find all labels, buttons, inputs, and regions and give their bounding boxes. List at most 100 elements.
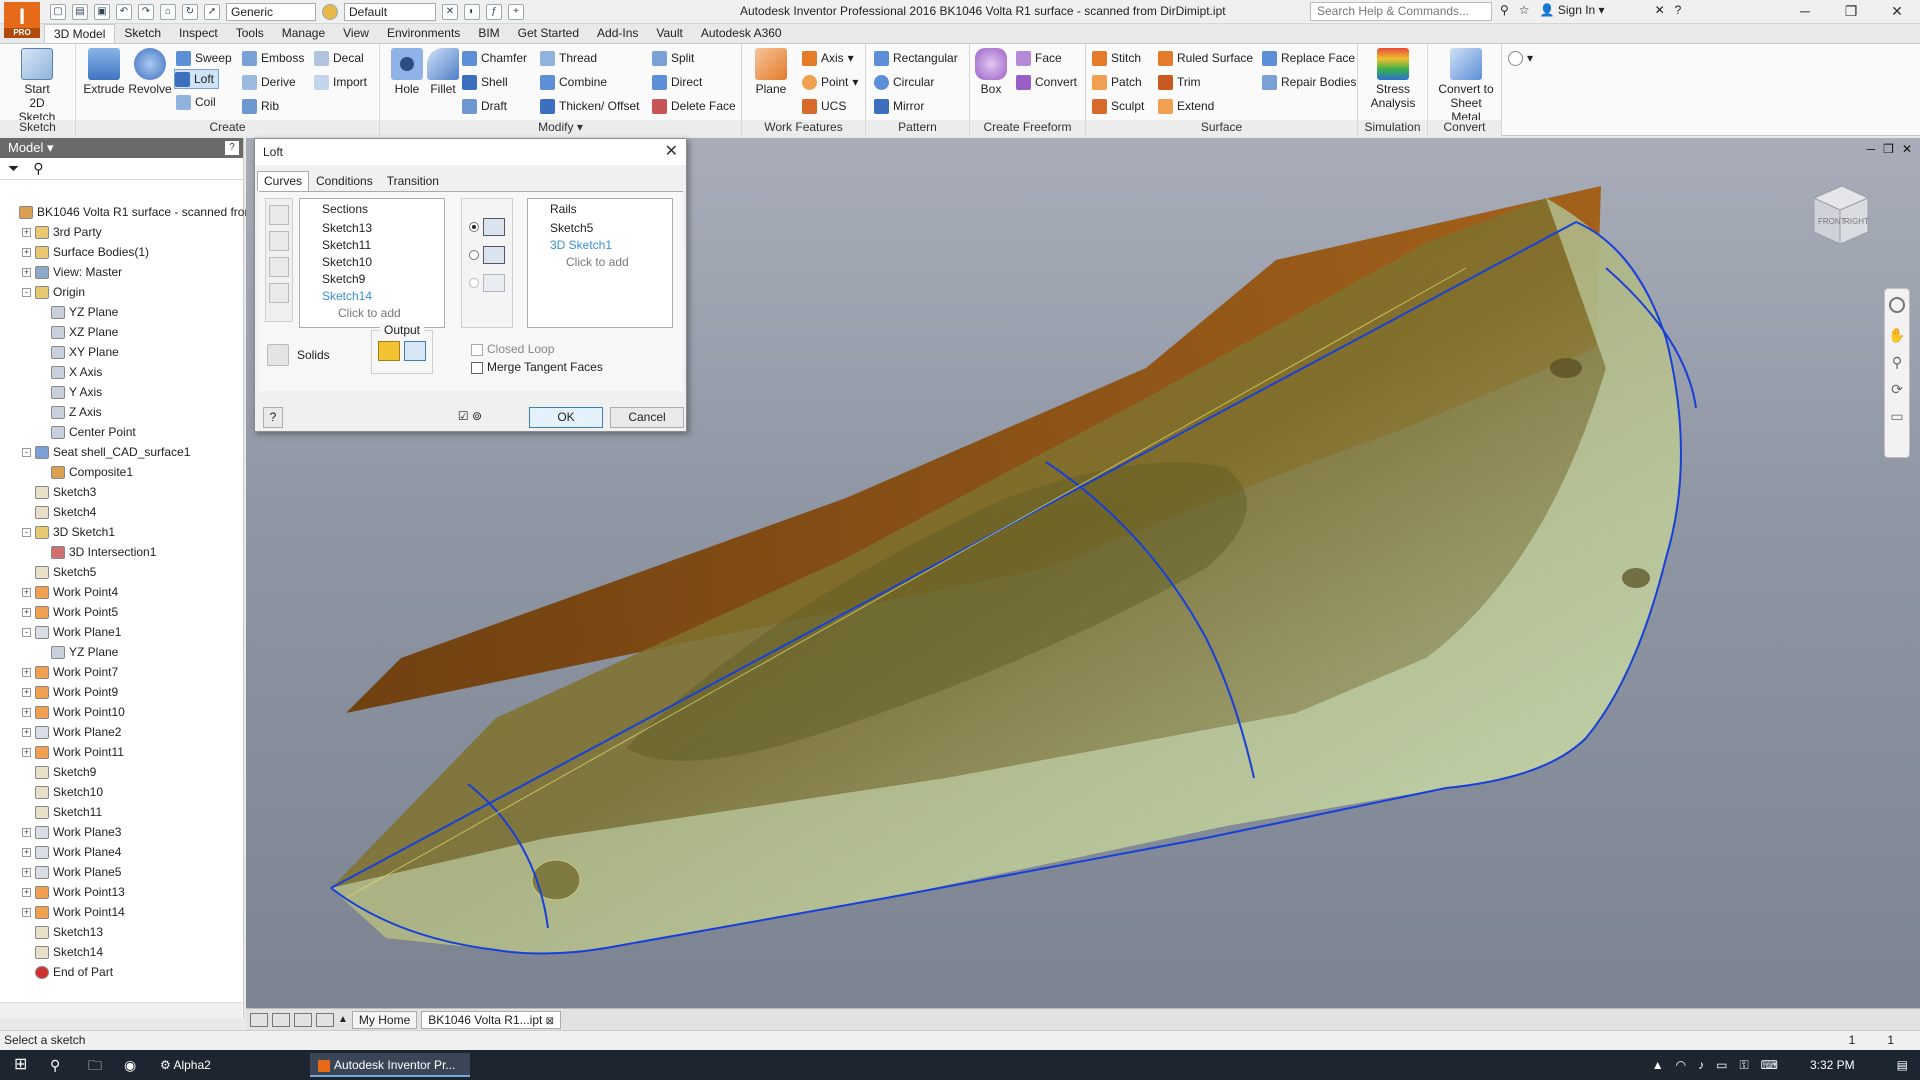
tray-wifi-icon[interactable]: ◠ (1676, 1058, 1686, 1072)
axis-button[interactable]: Axis ▾ (802, 48, 854, 68)
find-icon[interactable]: ⚲ (33, 160, 43, 177)
taskbar-item-inventor[interactable]: Autodesk Inventor Pr... (310, 1053, 470, 1077)
expand-toggle-icon[interactable]: + (22, 667, 31, 677)
closed-loop-checkbox[interactable] (471, 343, 483, 356)
area-loft-option[interactable] (462, 269, 512, 297)
tree-node[interactable]: + Work Point14 (0, 902, 242, 922)
rail-item[interactable]: 3D Sketch1 (528, 237, 672, 254)
ribbon-tab-add-ins[interactable]: Add-Ins (588, 24, 647, 43)
rails-option[interactable] (462, 213, 512, 241)
extrude-button[interactable]: Extrude (79, 48, 129, 96)
expand-toggle-icon[interactable]: - (22, 287, 31, 297)
dialog-title-bar[interactable]: Loft ✕ (255, 139, 686, 165)
action-center-icon[interactable]: ▤ (1897, 1058, 1908, 1072)
section-item[interactable]: Sketch9 (300, 271, 444, 288)
merge-tangent-faces-option[interactable]: Merge Tangent Faces (471, 360, 603, 374)
start-2d-sketch-button[interactable]: Start 2D Sketch (12, 48, 62, 124)
rib-button[interactable]: Rib (242, 96, 279, 116)
viewport-minimize-icon[interactable]: ─ (1867, 142, 1876, 156)
tree-node[interactable]: Sketch13 (0, 922, 242, 942)
adjust-icon[interactable]: ◐ (464, 4, 480, 20)
look-at-icon[interactable]: ▭ (1885, 408, 1909, 425)
stress-analysis-button[interactable]: Stress Analysis (1368, 48, 1418, 110)
box-button[interactable]: Box (966, 48, 1016, 96)
redo-icon[interactable]: ↷ (138, 4, 154, 20)
dialog-tab-transition[interactable]: Transition (380, 171, 446, 191)
tree-node[interactable]: - Work Plane1 (0, 622, 242, 642)
parameters-icon[interactable]: ƒ (486, 4, 502, 20)
convert-button[interactable]: Convert (1016, 72, 1077, 92)
windows-start-icon[interactable]: ⊞ (6, 1053, 35, 1077)
coil-button[interactable]: Coil (176, 92, 216, 112)
point-button[interactable]: Point ▾ (802, 72, 858, 92)
chamfer-button[interactable]: Chamfer (462, 48, 527, 68)
chrome-icon[interactable]: ◉ (116, 1053, 144, 1077)
solids-selector[interactable]: Solids (267, 344, 330, 366)
star-icon[interactable]: ☆ (1519, 3, 1530, 17)
ribbon-tab-tools[interactable]: Tools (227, 24, 273, 43)
tree-node[interactable]: XZ Plane (0, 322, 242, 342)
tree-node[interactable]: Sketch5 (0, 562, 242, 582)
repair-bodies-button[interactable]: Repair Bodies (1262, 72, 1356, 92)
extend-button[interactable]: Extend (1158, 96, 1214, 116)
emboss-button[interactable]: Emboss (242, 48, 304, 68)
open-icon[interactable]: ▤ (72, 4, 88, 20)
tree-node[interactable]: Composite1 (0, 462, 242, 482)
search-taskbar-icon[interactable]: ⚲ (42, 1053, 68, 1077)
sections-click-to-add[interactable]: Click to add (300, 305, 444, 322)
fillet-button[interactable]: Fillet (418, 48, 468, 96)
expand-toggle-icon[interactable]: + (22, 707, 31, 717)
tab-columns-icon[interactable] (316, 1012, 334, 1027)
remove-icon[interactable] (269, 257, 289, 277)
sculpt-button[interactable]: Sculpt (1092, 96, 1144, 116)
ribbon-tab-bim[interactable]: BIM (469, 24, 508, 43)
viewport-restore-icon[interactable]: ❐ (1883, 142, 1894, 156)
expand-toggle-icon[interactable]: - (22, 447, 31, 457)
dialog-tab-conditions[interactable]: Conditions (309, 171, 380, 191)
minimize-button[interactable]: ─ (1782, 0, 1828, 24)
ribbon-tab-inspect[interactable]: Inspect (170, 24, 227, 43)
section-item[interactable]: Sketch13 (300, 220, 444, 237)
tab-cascade-icon[interactable] (294, 1012, 312, 1027)
pan-icon[interactable]: ✋ (1885, 327, 1909, 344)
tree-node[interactable]: + Work Point5 (0, 602, 242, 622)
section-item[interactable]: Sketch14 (300, 288, 444, 305)
tray-lock-icon[interactable]: ⚿ (1739, 1058, 1748, 1073)
expand-toggle-icon[interactable]: + (22, 867, 31, 877)
sign-in-link[interactable]: 👤 Sign In ▾ (1540, 3, 1605, 17)
expand-toggle-icon[interactable]: + (22, 887, 31, 897)
tree-node[interactable]: + Work Point9 (0, 682, 242, 702)
tree-node[interactable]: + Work Plane5 (0, 862, 242, 882)
steering-wheel-icon[interactable] (1889, 297, 1905, 313)
viewport-close-icon[interactable]: ✕ (1902, 142, 1912, 156)
tree-node[interactable]: + View: Master (0, 262, 242, 282)
browser-help-icon[interactable]: ? (225, 141, 239, 155)
tree-node[interactable]: Sketch14 (0, 942, 242, 962)
ruled-surface-button[interactable]: Ruled Surface (1158, 48, 1253, 68)
tree-node[interactable]: Center Point (0, 422, 242, 442)
tab-up-icon[interactable]: ▲ (338, 1014, 348, 1025)
my-home-tab[interactable]: My Home (351, 1010, 418, 1029)
tree-node[interactable]: + Work Plane3 (0, 822, 242, 842)
revolve-button[interactable]: Revolve (125, 48, 175, 96)
ok-button[interactable]: OK (529, 407, 603, 428)
rails-list[interactable]: Rails Sketch5 3D Sketch1 Click to add (527, 198, 673, 328)
move-down-icon[interactable] (269, 231, 289, 251)
face-button[interactable]: Face (1016, 48, 1062, 68)
tree-node[interactable]: Sketch3 (0, 482, 242, 502)
ribbon-tab-autodesk-a360[interactable]: Autodesk A360 (692, 24, 791, 43)
exchange-icon[interactable]: ✕ (1655, 3, 1665, 17)
import-button[interactable]: Import (314, 72, 367, 92)
orbit-icon[interactable]: ⟳ (1885, 381, 1909, 398)
help-icon[interactable]: ? (1675, 3, 1682, 17)
split-button[interactable]: Split (652, 48, 694, 68)
binoculars-icon[interactable]: ⚲ (1500, 3, 1509, 17)
file-explorer-icon[interactable]: 🗀 (80, 1053, 110, 1077)
select-icon[interactable]: ➚ (204, 4, 220, 20)
taskbar-clock[interactable]: 3:32 PM (1810, 1058, 1855, 1072)
centerline-option[interactable] (462, 241, 512, 269)
view-cube[interactable]: FRONT RIGHT (1802, 178, 1876, 252)
ribbon-tab-get-started[interactable]: Get Started (509, 24, 588, 43)
tree-node[interactable]: - 3D Sketch1 (0, 522, 242, 542)
trim-button[interactable]: Trim (1158, 72, 1201, 92)
